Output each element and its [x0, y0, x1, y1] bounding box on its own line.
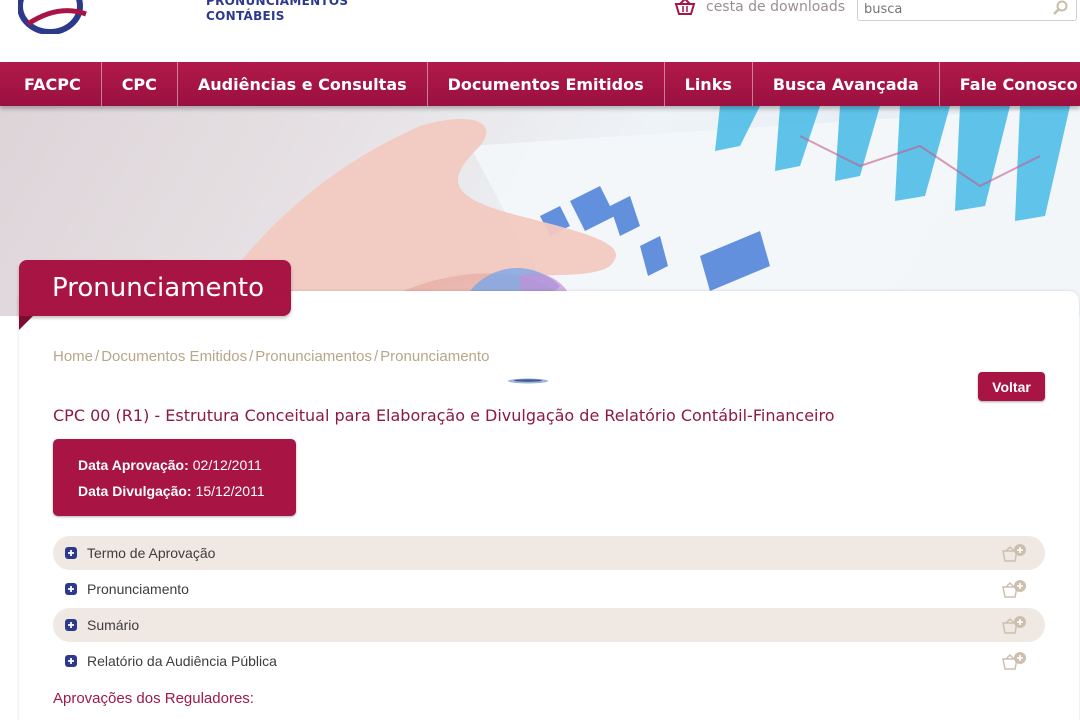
section-title: Pronunciamento [52, 273, 265, 303]
main-nav: FACPC CPC Audiências e Consultas Documen… [0, 62, 1080, 106]
add-to-basket-icon[interactable] [1001, 651, 1027, 671]
release-date-row: Data Divulgação: 15/12/2011 [78, 483, 265, 499]
plus-icon[interactable] [65, 655, 77, 667]
search-box[interactable] [857, 0, 1077, 21]
breadcrumb-home[interactable]: Home [53, 348, 93, 365]
document-label[interactable]: Pronunciamento [87, 581, 189, 597]
list-item[interactable]: Relatório da Audiência Pública [53, 644, 1045, 678]
nav-item-cpc[interactable]: CPC [102, 62, 178, 106]
loading-indicator-icon [508, 378, 548, 384]
nav-item-facpc[interactable]: FACPC [0, 62, 102, 106]
approval-date-value: 02/12/2011 [192, 457, 262, 473]
plus-icon[interactable] [65, 619, 77, 631]
logo-text: PRONUNCIAMENTOS CONTÁBEIS [206, 0, 348, 24]
list-item[interactable]: Pronunciamento [53, 572, 1045, 606]
document-label[interactable]: Termo de Aprovação [87, 545, 215, 561]
release-date-label: Data Divulgação: [78, 483, 192, 499]
nav-item-busca-avancada[interactable]: Busca Avançada [753, 62, 940, 106]
search-icon[interactable] [1052, 0, 1070, 16]
nav-item-documentos[interactable]: Documentos Emitidos [428, 62, 665, 106]
document-title: CPC 00 (R1) - Estrutura Conceitual para … [53, 406, 835, 425]
nav-item-audiencias[interactable]: Audiências e Consultas [178, 62, 428, 106]
breadcrumb-documentos[interactable]: Documentos Emitidos [101, 348, 247, 365]
breadcrumb-separator: / [95, 348, 100, 365]
breadcrumb-separator: / [374, 348, 379, 365]
approval-date-row: Data Aprovação: 02/12/2011 [78, 457, 262, 473]
plus-icon[interactable] [65, 547, 77, 559]
breadcrumb: Home / Documentos Emitidos / Pronunciame… [53, 348, 489, 365]
release-date-value: 15/12/2011 [195, 483, 265, 499]
add-to-basket-icon[interactable] [1001, 615, 1027, 635]
section-title-tab: Pronunciamento [19, 260, 291, 316]
regulators-heading: Aprovações dos Reguladores: [53, 690, 254, 707]
logo-text-line2: CONTÁBEIS [206, 9, 285, 23]
document-label[interactable]: Relatório da Audiência Pública [87, 653, 277, 669]
basket-label: cesta de downloads [706, 0, 846, 15]
basket-icon [674, 0, 696, 15]
back-button[interactable]: Voltar [978, 372, 1045, 401]
approval-date-label: Data Aprovação: [78, 457, 189, 473]
documents-list: Termo de Aprovação Pronunciamento Sumári… [53, 536, 1045, 680]
search-input[interactable] [864, 0, 1044, 21]
add-to-basket-icon[interactable] [1001, 543, 1027, 563]
logo-icon[interactable] [18, 0, 88, 34]
dates-box: Data Aprovação: 02/12/2011 Data Divulgaç… [53, 439, 296, 516]
top-header: PRONUNCIAMENTOS CONTÁBEIS cesta de downl… [0, 0, 1080, 62]
nav-item-links[interactable]: Links [665, 62, 753, 106]
breadcrumb-pronunciamentos[interactable]: Pronunciamentos [255, 348, 372, 365]
tab-fold [19, 316, 33, 330]
list-item[interactable]: Sumário [53, 608, 1045, 642]
nav-item-fale-conosco[interactable]: Fale Conosco [940, 62, 1080, 106]
breadcrumb-current: Pronunciamento [380, 348, 490, 365]
add-to-basket-icon[interactable] [1001, 579, 1027, 599]
plus-icon[interactable] [65, 583, 77, 595]
breadcrumb-separator: / [249, 348, 254, 365]
document-label[interactable]: Sumário [87, 617, 139, 633]
logo-text-line1: PRONUNCIAMENTOS [206, 0, 349, 8]
list-item[interactable]: Termo de Aprovação [53, 536, 1045, 570]
download-basket-link[interactable]: cesta de downloads [674, 0, 845, 16]
